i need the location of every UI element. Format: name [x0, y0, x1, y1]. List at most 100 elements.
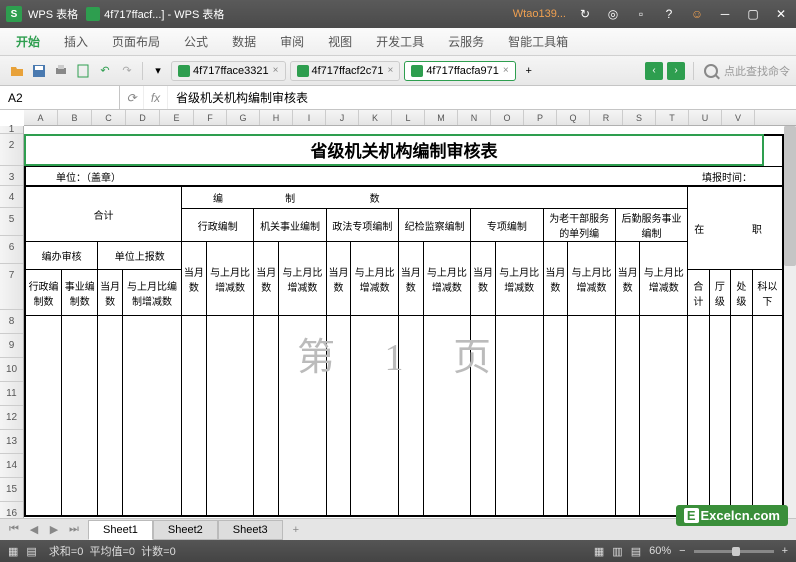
status-doc-icon[interactable]: ▤ — [26, 545, 36, 558]
menu-data[interactable]: 数据 — [220, 29, 268, 54]
file-tab-2[interactable]: 4f717ffacfa971× — [404, 61, 515, 81]
sheet-content[interactable]: 省级机关机构编制审核表 单位：（盖章） 填报时间： 合计 编 制 数 在 职 行… — [24, 126, 784, 518]
dropdown-icon[interactable]: ▾ — [150, 63, 166, 79]
row-header[interactable]: 1 — [0, 126, 23, 134]
row-header[interactable]: 9 — [0, 334, 23, 358]
row-header[interactable]: 15 — [0, 478, 23, 502]
user-name[interactable]: Wtao139... — [513, 8, 566, 20]
col-header[interactable]: J — [326, 110, 359, 125]
tab-next-button[interactable]: › — [667, 62, 685, 80]
preview-icon[interactable] — [75, 63, 91, 79]
view-break-icon[interactable]: ▤ — [631, 545, 641, 558]
col-header[interactable]: V — [722, 110, 755, 125]
close-icon[interactable]: × — [387, 65, 393, 76]
col-header[interactable]: I — [293, 110, 326, 125]
col-header[interactable]: K — [359, 110, 392, 125]
menu-view[interactable]: 视图 — [316, 29, 364, 54]
col-header[interactable]: A — [24, 110, 58, 125]
maximize-button[interactable]: ▢ — [744, 5, 762, 23]
col-header[interactable]: L — [392, 110, 425, 125]
row-header[interactable]: 14 — [0, 454, 23, 478]
cancel-icon[interactable]: ⟳ — [120, 86, 144, 109]
row-header[interactable]: 16 — [0, 502, 23, 518]
fx-icon[interactable]: fx — [144, 86, 168, 109]
skin-icon[interactable]: ▫ — [632, 5, 650, 23]
menu-start[interactable]: 开始 — [4, 29, 52, 54]
row-header[interactable]: 11 — [0, 382, 23, 406]
save-icon[interactable] — [31, 63, 47, 79]
col-header[interactable]: T — [656, 110, 689, 125]
close-icon[interactable]: × — [273, 65, 279, 76]
col-header[interactable]: M — [425, 110, 458, 125]
feedback-icon[interactable]: ☺ — [688, 5, 706, 23]
search-placeholder[interactable]: 点此查找命令 — [724, 63, 790, 79]
menu-review[interactable]: 审阅 — [268, 29, 316, 54]
menu-layout[interactable]: 页面布局 — [100, 29, 172, 54]
sheet-tab-2[interactable]: Sheet3 — [218, 520, 283, 540]
minimize-button[interactable]: ─ — [716, 5, 734, 23]
row-header[interactable]: 4 — [0, 186, 23, 208]
view-page-icon[interactable]: ▥ — [612, 545, 622, 558]
row-header[interactable]: 10 — [0, 358, 23, 382]
col-header[interactable]: F — [194, 110, 227, 125]
help-icon[interactable]: ? — [660, 5, 678, 23]
tab-prev-button[interactable]: ‹ — [645, 62, 663, 80]
search-icon[interactable] — [704, 64, 718, 78]
row-header[interactable]: 3 — [0, 166, 23, 186]
col-header[interactable]: P — [524, 110, 557, 125]
row-header[interactable]: 7 — [0, 264, 23, 310]
col-header[interactable]: R — [590, 110, 623, 125]
close-button[interactable]: ✕ — [772, 5, 790, 23]
sync-icon[interactable]: ↻ — [576, 5, 594, 23]
file-tab-1[interactable]: 4f717ffacf2c71× — [290, 61, 401, 81]
shield-icon[interactable]: ◎ — [604, 5, 622, 23]
col-header[interactable]: N — [458, 110, 491, 125]
undo-icon[interactable]: ↶ — [97, 63, 113, 79]
view-normal-icon[interactable]: ▦ — [594, 545, 604, 558]
col-header[interactable]: O — [491, 110, 524, 125]
zoom-in-button[interactable]: + — [782, 545, 788, 557]
zoom-level[interactable]: 60% — [649, 545, 671, 557]
sheet-next-button[interactable]: ▶ — [44, 523, 64, 536]
vertical-scrollbar[interactable] — [784, 126, 796, 518]
row-header[interactable]: 8 — [0, 310, 23, 334]
col-header[interactable]: D — [126, 110, 160, 125]
cell-reference[interactable]: A2 — [0, 86, 120, 109]
status-grid-icon[interactable]: ▦ — [8, 545, 18, 558]
row-header[interactable]: 2 — [0, 134, 23, 166]
add-tab-icon[interactable]: + — [521, 63, 537, 79]
sheet-last-button[interactable]: ⏭ — [64, 523, 84, 536]
open-icon[interactable] — [9, 63, 25, 79]
menu-insert[interactable]: 插入 — [52, 29, 100, 54]
col-header[interactable]: S — [623, 110, 656, 125]
formula-input[interactable]: 省级机关机构编制审核表 — [168, 89, 796, 106]
close-icon[interactable]: × — [503, 65, 509, 76]
col-header[interactable]: C — [92, 110, 126, 125]
zoom-out-button[interactable]: − — [679, 545, 685, 557]
row-header[interactable]: 6 — [0, 236, 23, 264]
row-header[interactable]: 12 — [0, 406, 23, 430]
sheet-prev-button[interactable]: ◀ — [24, 523, 44, 536]
redo-icon[interactable]: ↷ — [119, 63, 135, 79]
menu-formula[interactable]: 公式 — [172, 29, 220, 54]
add-sheet-button[interactable]: + — [283, 521, 309, 539]
col-header[interactable]: Q — [557, 110, 590, 125]
menu-dev[interactable]: 开发工具 — [364, 29, 436, 54]
sheet-first-button[interactable]: ⏮ — [4, 523, 24, 536]
row-header[interactable]: 13 — [0, 430, 23, 454]
col-header[interactable]: U — [689, 110, 722, 125]
print-icon[interactable] — [53, 63, 69, 79]
row-header[interactable]: 5 — [0, 208, 23, 236]
col-header[interactable]: G — [227, 110, 260, 125]
spreadsheet-grid[interactable]: A B C D E F G H I J K L M N O P Q R S T … — [0, 110, 796, 518]
scroll-thumb[interactable] — [784, 126, 796, 266]
col-header[interactable]: B — [58, 110, 92, 125]
menu-smart[interactable]: 智能工具箱 — [496, 29, 580, 54]
file-tab-0[interactable]: 4f717fface3321× — [171, 61, 286, 81]
col-header[interactable]: E — [160, 110, 194, 125]
col-header[interactable]: H — [260, 110, 293, 125]
zoom-thumb[interactable] — [732, 547, 740, 556]
sheet-tab-0[interactable]: Sheet1 — [88, 520, 153, 540]
menu-cloud[interactable]: 云服务 — [436, 29, 496, 54]
sheet-tab-1[interactable]: Sheet2 — [153, 520, 218, 540]
